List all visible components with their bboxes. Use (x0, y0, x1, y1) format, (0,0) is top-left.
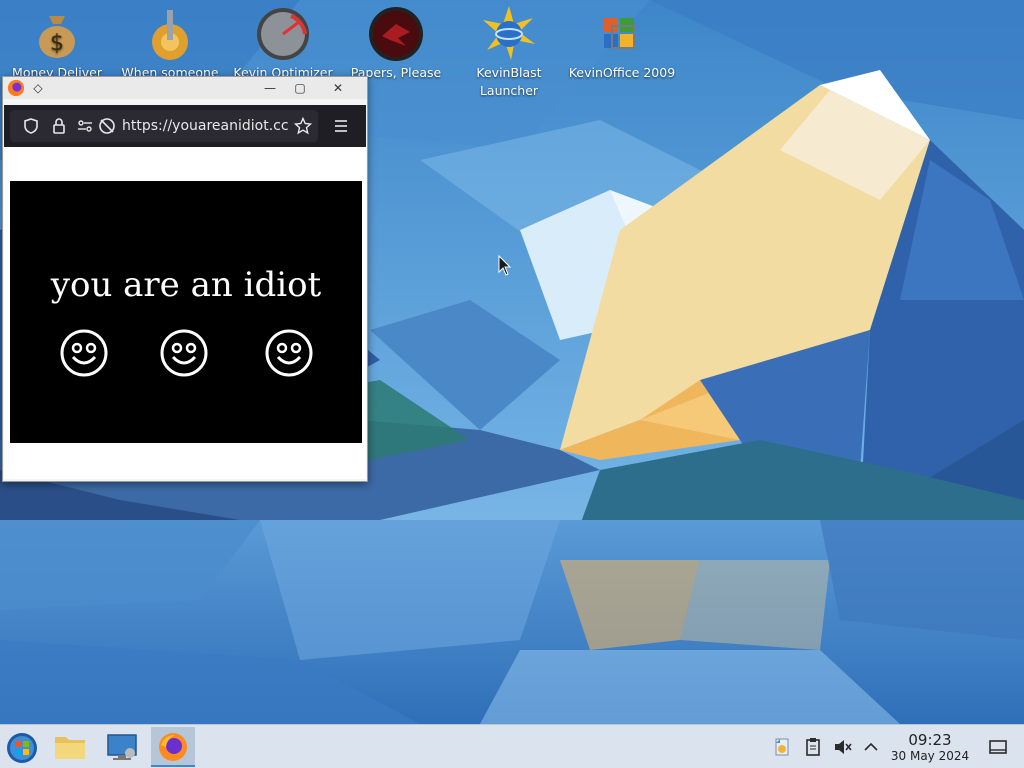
clock-time[interactable]: 09:23 (890, 731, 970, 749)
firefox-icon (159, 733, 187, 761)
clipboard-icon[interactable] (803, 737, 823, 757)
bookmark-star-icon[interactable] (294, 117, 312, 135)
desktop-icon-label: KevinBlast Launcher (476, 65, 542, 98)
gear-lever-icon (152, 10, 188, 60)
smiley-face-icon (60, 329, 108, 377)
page-heading: you are an idiot (50, 265, 322, 305)
desktop-icon-kevinoffice[interactable]: KevinOffice 2009 (567, 0, 677, 82)
smiley-face-icon (265, 329, 313, 377)
system-settings-icon (107, 734, 137, 760)
desktop-icon-money-deliver[interactable]: $ Money Deliver (2, 0, 112, 82)
papers-please-icon (369, 7, 423, 61)
clock-date[interactable]: 30 May 2024 (882, 749, 978, 763)
browser-toolbar: https://youareanidiot.cc (4, 105, 366, 147)
maximize-button[interactable]: ▢ (291, 79, 309, 97)
permissions-icon[interactable] (76, 117, 94, 135)
taskbar: 09:23 30 May 2024 (0, 724, 1024, 768)
desktop-icon-kevinblast-launcher[interactable]: KevinBlast Launcher (454, 0, 564, 100)
page-viewport[interactable]: you are an idiot (4, 147, 366, 479)
window-menu-icon[interactable]: ◇ (29, 79, 47, 97)
hamburger-menu-icon[interactable] (332, 117, 350, 135)
url-text[interactable]: https://youareanidiot.cc (122, 118, 297, 134)
close-button[interactable]: ✕ (329, 79, 347, 97)
office-logo-icon (604, 18, 635, 49)
window-titlebar[interactable]: ◇ — ▢ ✕ (3, 77, 367, 99)
kevinblast-globe-icon (483, 6, 535, 60)
desktop-icon-label: KevinOffice 2009 (568, 65, 676, 80)
browser-window[interactable]: ◇ — ▢ ✕ https://youareanidiot.cc you are… (2, 76, 368, 482)
volume-muted-icon[interactable] (833, 737, 853, 757)
system-settings-button[interactable] (100, 727, 144, 767)
minimize-button[interactable]: — (261, 79, 279, 97)
lock-icon[interactable] (50, 117, 68, 135)
firefox-taskbar-button[interactable] (151, 727, 195, 767)
autoplay-blocked-icon[interactable] (98, 117, 116, 135)
file-manager-button[interactable] (48, 727, 92, 767)
page-content: you are an idiot (10, 181, 362, 443)
show-desktop-icon[interactable] (988, 737, 1008, 757)
tracking-protection-shield-icon[interactable] (22, 117, 40, 135)
start-menu-button[interactable] (0, 727, 44, 767)
firefox-window-icon (7, 79, 25, 97)
start-orb-icon (7, 733, 37, 763)
smiley-face-icon (160, 329, 208, 377)
mouse-cursor-icon (498, 255, 512, 276)
speedometer-icon (257, 8, 309, 60)
updates-icon[interactable] (772, 737, 792, 757)
tray-expand-icon[interactable] (861, 737, 881, 757)
desktop-icon-papers-please[interactable]: Papers, Please (341, 0, 451, 82)
address-bar[interactable]: https://youareanidiot.cc (10, 110, 318, 142)
money-bag-icon: $ (39, 16, 75, 58)
file-manager-icon (55, 737, 85, 759)
svg-text:$: $ (50, 31, 64, 56)
